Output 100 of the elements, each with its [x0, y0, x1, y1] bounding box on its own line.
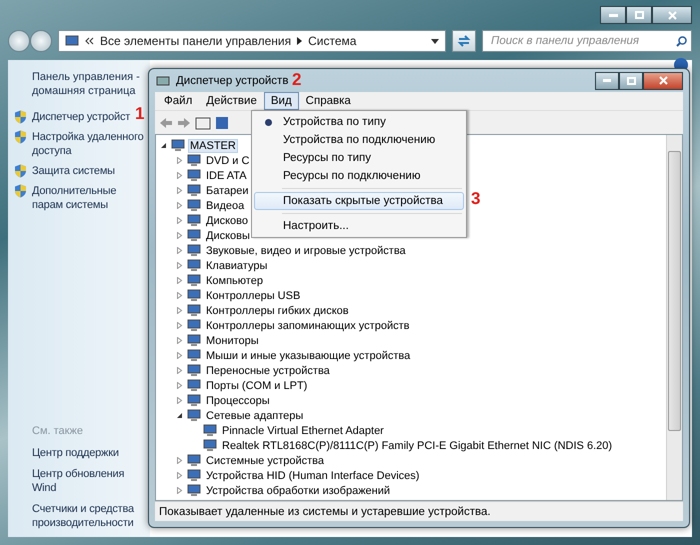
address-bar[interactable]: Все элементы панели управления Система	[58, 30, 446, 52]
tree-item[interactable]: Компьютер	[205, 274, 264, 286]
breadcrumb[interactable]: Система	[308, 34, 356, 48]
collapsed-arrow-icon[interactable]	[176, 322, 183, 329]
breadcrumb-arrow-icon	[297, 37, 302, 45]
tree-item[interactable]: Системные устройства	[205, 454, 326, 466]
tree-item[interactable]: Дисковы	[205, 230, 251, 242]
expanded-arrow-icon[interactable]	[176, 412, 183, 419]
collapsed-arrow-icon[interactable]	[176, 202, 183, 209]
menu-item[interactable]: Вид	[264, 92, 299, 110]
see-also-link[interactable]: Счетчики и средства производительности	[32, 502, 146, 530]
collapsed-arrow-icon[interactable]	[176, 187, 183, 194]
collapsed-arrow-icon[interactable]	[176, 232, 183, 239]
tree-item[interactable]: Контроллеры USB	[205, 290, 302, 302]
tree-item[interactable]: MASTER	[189, 140, 237, 152]
close-button[interactable]	[652, 6, 692, 24]
device-icon	[186, 409, 202, 422]
dropdown-arrow-icon[interactable]	[431, 38, 439, 44]
menu-option[interactable]: Ресурсы по типу	[254, 149, 464, 167]
device-icon	[186, 154, 202, 167]
chevron-icon	[85, 37, 94, 45]
device-manager-icon	[155, 74, 171, 88]
forward-arrow-icon[interactable]	[177, 116, 191, 128]
sidebar-link[interactable]: Диспетчер устройст	[14, 110, 130, 124]
breadcrumb[interactable]: Все элементы панели управления	[100, 34, 292, 48]
device-icon	[202, 424, 218, 437]
tree-item[interactable]: Звуковые, видео и игровые устройства	[205, 244, 407, 256]
close-button[interactable]	[643, 72, 683, 90]
tree-item[interactable]: Устройства HID (Human Interface Devices)	[205, 470, 420, 482]
device-icon	[186, 229, 202, 242]
maximize-button[interactable]	[619, 72, 643, 90]
tree-item[interactable]: Сетевые адаптеры	[205, 410, 304, 422]
device-icon	[186, 169, 202, 182]
menu-item[interactable]: Файл	[157, 92, 200, 110]
shield-icon	[14, 110, 27, 124]
collapsed-arrow-icon[interactable]	[176, 247, 183, 254]
see-also-link[interactable]: Центр поддержки	[32, 446, 119, 460]
sidebar-link[interactable]: Настройка удаленного доступа	[14, 130, 149, 158]
control-panel-icon	[65, 34, 79, 48]
home-link[interactable]: Панель управления - домашняя страница	[32, 70, 150, 98]
collapsed-arrow-icon[interactable]	[176, 277, 183, 284]
tree-item[interactable]: Контроллеры запоминающих устройств	[205, 320, 410, 332]
menu-option[interactable]: Устройства по подключению	[254, 131, 464, 149]
menu-option[interactable]: Показать скрытые устройства	[254, 192, 464, 210]
device-icon	[186, 394, 202, 407]
tree-item[interactable]: Переносные устройства	[205, 364, 331, 376]
collapsed-arrow-icon[interactable]	[176, 397, 183, 404]
sidebar-link[interactable]: Защита системы	[14, 164, 115, 178]
tree-item[interactable]: Устройства обработки изображений	[205, 484, 392, 496]
minimize-button[interactable]	[600, 6, 626, 24]
collapsed-arrow-icon[interactable]	[176, 472, 183, 479]
tree-item[interactable]: DVD и C	[205, 154, 250, 166]
device-icon	[186, 319, 202, 332]
tree-item[interactable]: Батареи	[205, 184, 250, 196]
tree-item[interactable]: Видеоа	[205, 200, 246, 212]
see-also-link[interactable]: Центр обновления Wind	[32, 467, 146, 495]
forward-button[interactable]	[30, 30, 52, 52]
status-text: Показывает удаленные из системы и устаревшие устройства.	[159, 506, 491, 518]
search-field[interactable]: Поиск в панели управления	[482, 30, 692, 52]
close-icon	[668, 10, 676, 20]
see-also-heading: См. также	[32, 425, 84, 437]
tree-item[interactable]: Контроллеры гибких дисков	[205, 304, 350, 316]
scrollbar[interactable]	[666, 135, 682, 500]
back-button[interactable]	[8, 30, 30, 52]
tree-item[interactable]: Мониторы	[205, 334, 260, 346]
collapsed-arrow-icon[interactable]	[176, 292, 183, 299]
menu-option[interactable]: Ресурсы по подключению	[254, 167, 464, 185]
collapsed-arrow-icon[interactable]	[176, 307, 183, 314]
collapsed-arrow-icon[interactable]	[176, 157, 183, 164]
collapsed-arrow-icon[interactable]	[176, 217, 183, 224]
collapsed-arrow-icon[interactable]	[176, 382, 183, 389]
menu-option[interactable]: Настроить...	[254, 217, 464, 235]
sidebar-link[interactable]: Дополнительные парам системы	[14, 184, 149, 212]
collapsed-arrow-icon[interactable]	[176, 262, 183, 269]
menu-item[interactable]: Действие	[199, 92, 264, 110]
collapsed-arrow-icon[interactable]	[176, 457, 183, 464]
device-icon	[186, 244, 202, 257]
properties-icon[interactable]	[195, 116, 211, 130]
collapsed-arrow-icon[interactable]	[176, 487, 183, 494]
collapsed-arrow-icon[interactable]	[176, 352, 183, 359]
back-arrow-icon[interactable]	[159, 116, 173, 128]
collapsed-arrow-icon[interactable]	[176, 172, 183, 179]
tree-item[interactable]: Мыши и иные указывающие устройства	[205, 350, 412, 362]
tree-item[interactable]: Realtek RTL8168C(P)/8111C(P) Family PCI-E Gigabit Ethernet NIC (NDIS 6.20)	[221, 440, 614, 452]
tree-item[interactable]: Pinnacle Virtual Ethernet Adapter	[221, 424, 385, 436]
tree-item[interactable]: Процессоры	[205, 394, 271, 406]
tree-item[interactable]: Клавиатуры	[205, 260, 268, 272]
collapsed-arrow-icon[interactable]	[176, 337, 183, 344]
device-icon	[186, 349, 202, 362]
minimize-icon	[608, 14, 618, 16]
tree-item[interactable]: Дисково	[205, 214, 249, 226]
refresh-button[interactable]	[452, 30, 476, 52]
expanded-arrow-icon[interactable]	[160, 142, 167, 149]
maximize-icon	[634, 11, 644, 19]
collapsed-arrow-icon[interactable]	[176, 367, 183, 374]
minimize-button[interactable]	[595, 72, 619, 90]
tree-item[interactable]: Порты (COM и LPT)	[205, 380, 308, 392]
tree-item[interactable]: IDE ATA	[205, 170, 248, 182]
maximize-button[interactable]	[626, 6, 652, 24]
menu-item[interactable]: Справка	[298, 92, 358, 110]
